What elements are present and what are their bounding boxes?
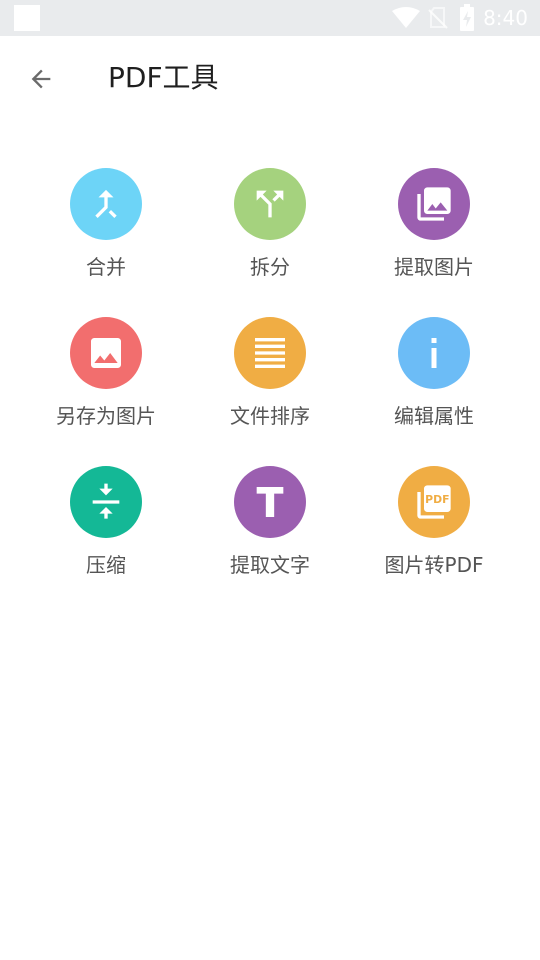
tool-compress[interactable]: 压缩	[24, 466, 188, 615]
arrow-back-icon	[31, 69, 51, 89]
compress-icon	[92, 483, 120, 519]
tool-split[interactable]: 拆分	[188, 168, 352, 317]
app-bar: PDF工具	[0, 36, 540, 120]
tool-extract-text[interactable]: 提取文字	[188, 466, 352, 615]
tool-images-to-pdf[interactable]: PDF 图片转PDF	[352, 466, 516, 615]
tool-edit-properties-circle	[398, 317, 470, 389]
tool-save-as-images-label: 另存为图片	[56, 404, 156, 428]
no-sim-icon	[428, 7, 448, 29]
pdf-stack-icon: PDF	[417, 485, 451, 519]
tool-compress-label: 压缩	[86, 553, 126, 577]
tool-split-circle	[234, 168, 306, 240]
tool-split-label: 拆分	[250, 255, 290, 279]
back-button[interactable]	[18, 56, 64, 102]
svg-text:PDF: PDF	[425, 493, 449, 506]
tool-images-to-pdf-circle: PDF	[398, 466, 470, 538]
text-t-icon	[256, 487, 284, 517]
tools-grid: 合并 拆分 提取图片 另存为图片 文件排序 编辑属性 压缩 提取文字 PDF 图…	[24, 168, 516, 615]
tool-sort-pages[interactable]: 文件排序	[188, 317, 352, 466]
notification-square-icon	[14, 5, 40, 31]
tool-extract-text-circle	[234, 466, 306, 538]
tool-extract-images-circle	[398, 168, 470, 240]
tool-save-as-images-circle	[70, 317, 142, 389]
tool-extract-text-label: 提取文字	[230, 553, 310, 577]
wifi-icon	[392, 7, 420, 28]
merge-icon	[95, 189, 117, 219]
battery-charging-icon	[460, 4, 474, 31]
tool-edit-properties[interactable]: 编辑属性	[352, 317, 516, 466]
tool-edit-properties-label: 编辑属性	[394, 404, 474, 428]
status-bar: 8:40	[0, 0, 540, 36]
image-icon	[91, 338, 121, 368]
list-lines-icon	[255, 338, 285, 368]
tool-merge-label: 合并	[86, 255, 126, 279]
tool-sort-pages-label: 文件排序	[230, 404, 310, 428]
page-title: PDF工具	[108, 61, 219, 94]
tool-images-to-pdf-label: 图片转PDF	[384, 553, 484, 577]
tool-merge[interactable]: 合并	[24, 168, 188, 317]
split-icon	[256, 190, 284, 218]
tool-merge-circle	[70, 168, 142, 240]
photo-library-icon	[417, 187, 451, 221]
tool-extract-images[interactable]: 提取图片	[352, 168, 516, 317]
status-time: 8:40	[483, 6, 528, 30]
tool-extract-images-label: 提取图片	[394, 255, 474, 279]
tool-compress-circle	[70, 466, 142, 538]
info-icon	[431, 338, 437, 368]
tool-sort-pages-circle	[234, 317, 306, 389]
tool-save-as-images[interactable]: 另存为图片	[24, 317, 188, 466]
